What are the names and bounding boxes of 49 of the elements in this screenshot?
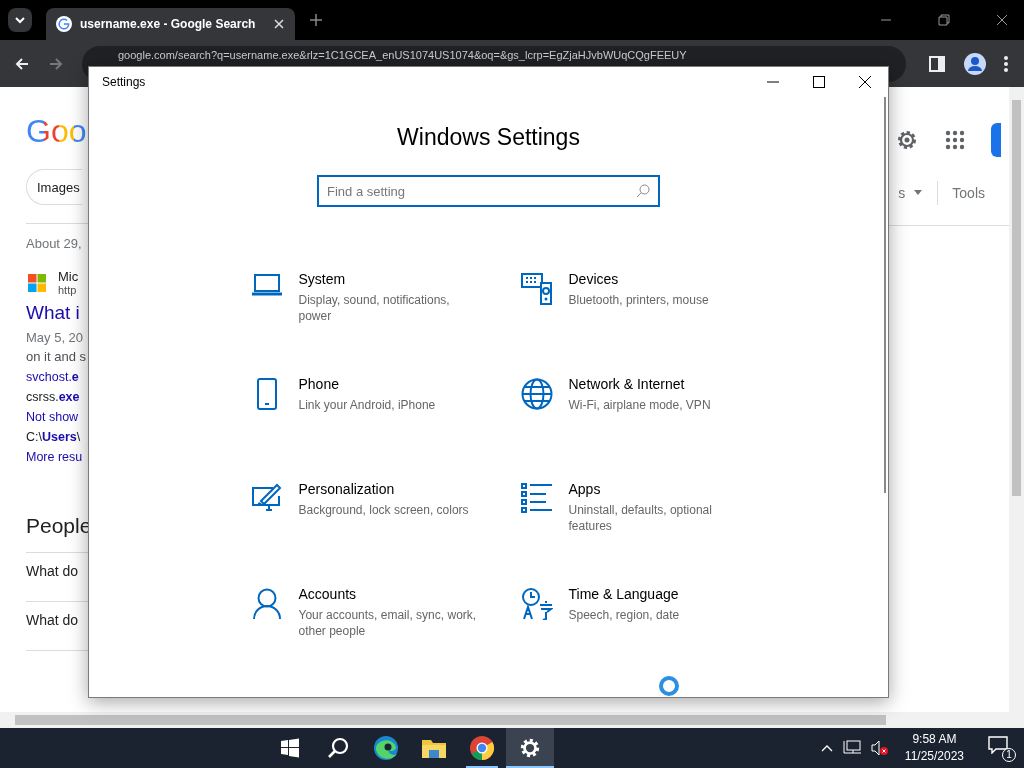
result-sublink[interactable]: Not show — [26, 410, 79, 424]
category-description: Display, sound, notifications, power — [298, 292, 451, 324]
category-title: Time & Language — [568, 586, 680, 602]
result-snippet: on it and s — [26, 349, 86, 364]
result-sublink[interactable]: C:\Users\ — [26, 430, 81, 444]
category-description: Wi-Fi, airplane mode, VPN — [568, 397, 712, 413]
time-text: 9:58 AM — [912, 731, 957, 748]
tab-title: username.exe - Google Search — [80, 16, 256, 32]
date-text: 11/25/2023 — [904, 748, 964, 765]
result-stats: About 29, — [26, 236, 82, 251]
settings-category[interactable]: System Display, sound, notifications, power — [248, 271, 519, 352]
notification-count: 1 — [1002, 748, 1016, 762]
settings-category[interactable]: Phone Link your Android, iPhone — [248, 376, 519, 457]
section-heading: People — [26, 514, 92, 538]
category-description: Bluetooth, printers, mouse — [568, 292, 710, 308]
category-description: Speech, region, date — [568, 607, 681, 623]
category-title: System — [298, 271, 347, 287]
settings-category[interactable]: Time & Language Speech, region, date — [518, 586, 749, 667]
category-title: Network & Internet — [568, 376, 686, 392]
settings-heading: Windows Settings — [397, 124, 580, 151]
filter-menu[interactable]: s — [898, 185, 906, 201]
result-sublink[interactable]: svchost.e — [26, 370, 79, 384]
result-date: May 5, 20 — [26, 330, 84, 345]
question-item[interactable]: What do — [26, 602, 79, 636]
settings-category[interactable]: Accounts Your accounts, email, sync, work, other people — [248, 586, 519, 667]
question-item[interactable]: What do — [26, 553, 79, 587]
result-title-link[interactable]: What i — [26, 302, 80, 324]
filter-chip[interactable]: Images — [26, 169, 82, 205]
category-title: Phone — [298, 376, 340, 392]
settings-category[interactable]: Apps Uninstall, defaults, optional features — [518, 481, 749, 562]
category-description: Background, lock screen, colors — [298, 502, 470, 518]
tools-button[interactable]: Tools — [952, 185, 985, 201]
category-description: Your accounts, email, sync, work, other people — [298, 607, 478, 639]
settings-category[interactable]: Network & Internet Wi-Fi, airplane mode, VPN — [518, 376, 749, 457]
category-title: Apps — [568, 481, 602, 497]
category-title: Accounts — [298, 586, 358, 602]
search-field[interactable]: Find a setting — [317, 175, 660, 207]
category-title: Devices — [568, 271, 620, 287]
settings-category[interactable]: Personalization Background, lock screen, colors — [248, 481, 519, 562]
settings-category[interactable]: Devices Bluetooth, printers, mouse — [518, 271, 749, 352]
site-name: Mic — [58, 269, 79, 284]
site-url: http — [58, 284, 78, 296]
category-description: Uninstall, defaults, optional features — [568, 502, 713, 534]
category-description: Link your Android, iPhone — [298, 397, 437, 413]
category-title: Personalization — [298, 481, 396, 497]
result-sublink[interactable]: csrss.exe — [26, 390, 80, 404]
clock[interactable]: 9:58 AM 11/25/2023 — [904, 731, 964, 765]
browser-tab[interactable]: username.exe - Google Search — [46, 8, 296, 40]
more-results-link[interactable]: More resu — [26, 450, 83, 464]
